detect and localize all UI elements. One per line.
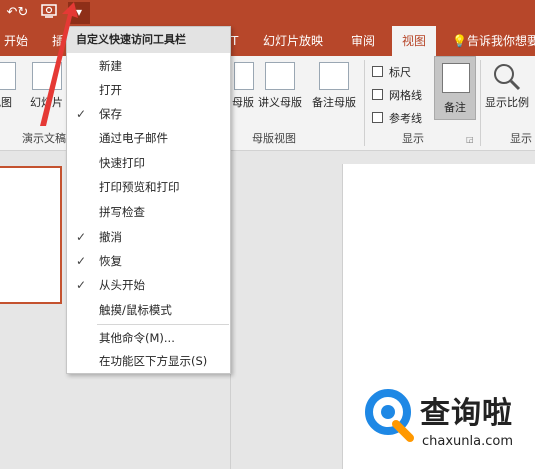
notes-master-label: 备注母版: [312, 96, 356, 109]
ribbon-divider: [480, 60, 481, 146]
redo-icon[interactable]: ↻: [13, 3, 33, 23]
guides-checkbox-box: [372, 112, 383, 123]
menu-item-label: 撤消: [99, 230, 122, 244]
tab-view[interactable]: 视图: [392, 26, 437, 56]
menu-item-from-beginning[interactable]: ✓ 从头开始: [67, 273, 230, 297]
slide-sorter-button[interactable]: 幻灯片: [30, 62, 63, 110]
gridlines-checkbox[interactable]: 网格线: [372, 87, 422, 103]
menu-item-label: 拼写检查: [99, 205, 145, 219]
start-slideshow-icon[interactable]: [40, 3, 60, 23]
customize-qat-menu: 自定义快速访问工具栏 新建 打开 ✓ 保存 通过电子邮件 快速打印 打印预览和打印…: [66, 26, 231, 374]
notes-master-button[interactable]: 备注母版: [312, 62, 356, 110]
handout-master-label: 讲义母版: [258, 96, 302, 109]
menu-header: 自定义快速访问工具栏: [67, 27, 230, 53]
menu-separator: [97, 324, 229, 325]
ruler-label: 标尺: [389, 66, 411, 79]
zoom-button[interactable]: 显示比例: [485, 62, 529, 110]
zoom-label: 显示比例: [485, 96, 529, 109]
menu-item-save[interactable]: ✓ 保存: [67, 102, 230, 126]
slide-master-icon: [234, 62, 254, 90]
group-show-label: 显示: [402, 132, 424, 145]
menu-item-open[interactable]: 打开: [67, 78, 230, 102]
normal-view-button[interactable]: 视图: [0, 62, 16, 110]
tab-review[interactable]: 审阅: [351, 26, 375, 56]
menu-item-label: 恢复: [99, 254, 122, 268]
menu-item-email[interactable]: 通过电子邮件: [67, 126, 230, 150]
tell-me-label: 告诉我你想要: [466, 34, 535, 48]
watermark-text: 查询啦: [420, 396, 513, 431]
menu-item-new[interactable]: 新建: [67, 54, 230, 78]
tab-home[interactable]: 开始: [4, 26, 28, 56]
menu-item-label: 在功能区下方显示(S): [99, 354, 208, 368]
menu-item-label: 从头开始: [99, 278, 145, 292]
notes-button[interactable]: 备注: [434, 56, 476, 120]
normal-view-label: 视图: [0, 96, 12, 109]
normal-view-icon: [0, 62, 16, 90]
notes-icon: [442, 63, 470, 93]
menu-item-print-preview[interactable]: 打印预览和打印: [67, 175, 230, 199]
check-icon: ✓: [76, 230, 87, 244]
lightbulb-icon: 💡: [452, 34, 467, 48]
magnifier-icon: [485, 62, 529, 94]
group-zoom-label: 显示: [510, 132, 532, 145]
watermark-url: chaxunla.com: [422, 434, 513, 449]
ribbon-divider: [364, 60, 365, 146]
tab-insert[interactable]: 插: [52, 26, 64, 56]
menu-item-undo[interactable]: ✓ 撤消: [67, 225, 230, 249]
tab-slideshow[interactable]: 幻灯片放映: [263, 26, 323, 56]
watermark-logo-icon: [365, 389, 414, 442]
slide-sorter-label: 幻灯片: [30, 96, 63, 109]
ruler-checkbox[interactable]: 标尺: [372, 64, 411, 80]
guides-checkbox[interactable]: 参考线: [372, 110, 422, 126]
handout-master-icon: [265, 62, 295, 90]
menu-item-show-below-ribbon[interactable]: 在功能区下方显示(S): [67, 349, 230, 373]
check-icon: ✓: [76, 254, 87, 268]
slide-sorter-icon: [31, 62, 62, 90]
menu-item-label: 通过电子邮件: [99, 131, 168, 145]
menu-item-redo[interactable]: ✓ 恢复: [67, 249, 230, 273]
menu-item-label: 其他命令(M)...: [99, 331, 175, 345]
handout-master-button[interactable]: 讲义母版: [258, 62, 302, 110]
slide-master-button[interactable]: 母版: [232, 62, 254, 110]
notes-master-icon: [319, 62, 349, 90]
watermark: 查询啦 chaxunla.com: [360, 386, 535, 460]
menu-item-label: 快速打印: [99, 156, 145, 170]
tab-design[interactable]: T: [231, 26, 238, 56]
menu-item-touch-mouse-mode[interactable]: 触摸/鼠标模式: [67, 298, 230, 322]
menu-item-label: 打开: [99, 83, 122, 97]
tell-me-search[interactable]: 💡告诉我你想要: [452, 26, 535, 56]
slide-thumbnail[interactable]: [0, 166, 62, 304]
notes-label: 备注: [444, 101, 466, 114]
slide-master-label: 母版: [232, 96, 254, 109]
quick-access-toolbar: ↶ ↻ ▾: [0, 0, 535, 26]
guides-label: 参考线: [389, 112, 422, 125]
menu-item-label: 新建: [99, 59, 122, 73]
menu-item-label: 保存: [99, 107, 122, 121]
menu-item-label: 触摸/鼠标模式: [99, 303, 172, 317]
chevron-down-icon: ▾: [75, 5, 83, 19]
group-presentation-views-label: 演示文稿: [22, 132, 66, 145]
gridlines-label: 网格线: [389, 89, 422, 102]
dialog-launcher-icon[interactable]: ◲: [466, 135, 474, 144]
menu-item-more-commands[interactable]: 其他命令(M)...: [67, 326, 230, 350]
check-icon: ✓: [76, 107, 87, 121]
group-master-views-label: 母版视图: [252, 132, 296, 145]
menu-item-quick-print[interactable]: 快速打印: [67, 151, 230, 175]
customize-qat-button[interactable]: ▾: [68, 2, 90, 24]
menu-item-spelling[interactable]: 拼写检查: [67, 200, 230, 224]
menu-item-label: 打印预览和打印: [99, 180, 180, 194]
gridlines-checkbox-box: [372, 89, 383, 100]
check-icon: ✓: [76, 278, 87, 292]
ruler-checkbox-box: [372, 66, 383, 77]
